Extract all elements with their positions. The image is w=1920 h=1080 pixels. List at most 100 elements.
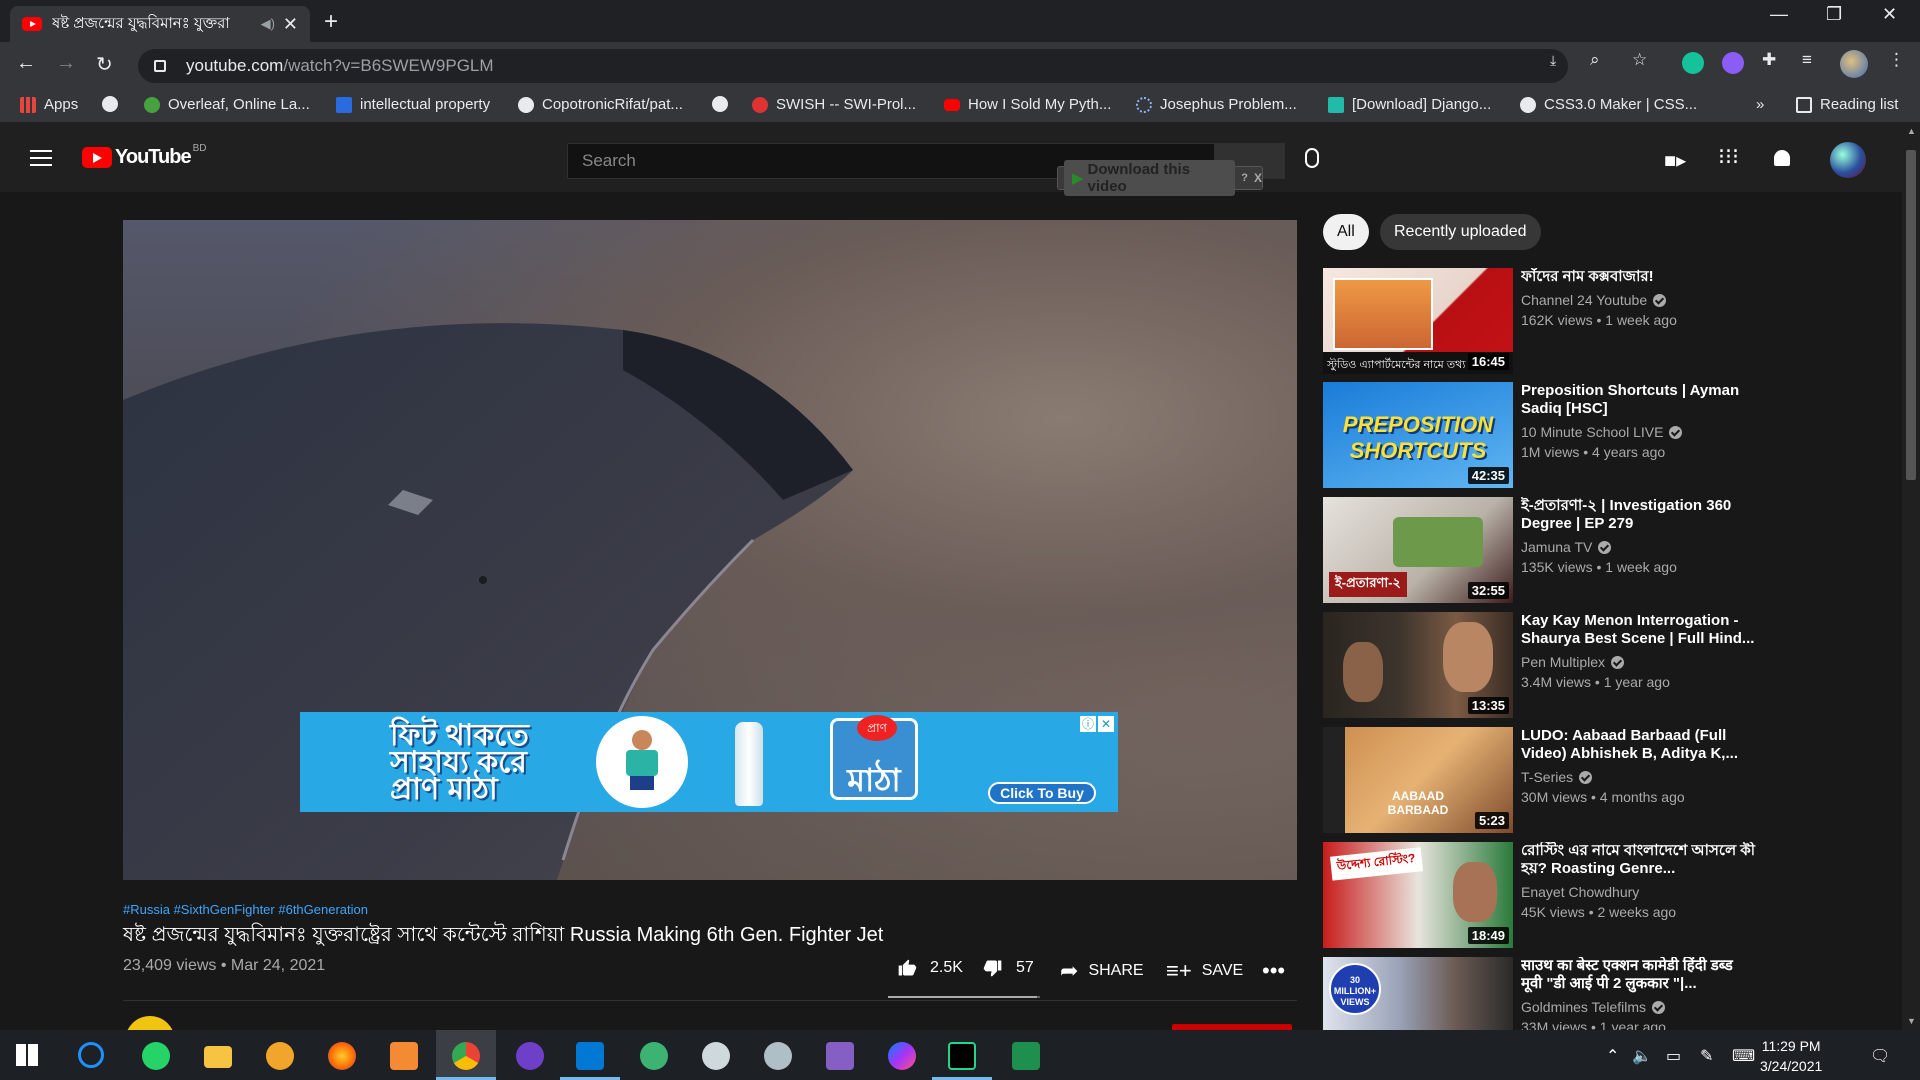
video-thumbnail[interactable]: ই-প্রতারণা-২ 32:55 [1323, 497, 1513, 603]
github-desktop-icon[interactable] [516, 1042, 544, 1070]
video-thumbnail[interactable]: স্টুডিও এ্যাপার্টমেন্টের নামে তথ্য 16:45 [1323, 268, 1513, 374]
eclipse-icon[interactable] [764, 1042, 792, 1070]
download-video-button[interactable]: ▶ Download this video [1064, 160, 1236, 196]
scroll-down-arrow-icon[interactable]: ▼ [1907, 1016, 1916, 1026]
network-icon[interactable]: ▭ [1666, 1046, 1681, 1066]
anaconda-icon[interactable] [640, 1042, 668, 1070]
notifications-icon[interactable]: 🗨 [1870, 1046, 1890, 1066]
sublime-icon[interactable] [390, 1042, 418, 1070]
related-video[interactable]: স্টুডিও এ্যাপার্টমেন্টের নামে তথ্য 16:45… [1323, 268, 1763, 378]
video-player[interactable]: ফিট থাকতে সাহায্য করে প্রাণ মাঠা প্রাণ ম… [123, 220, 1297, 880]
spreadsheet-icon[interactable] [1012, 1042, 1040, 1070]
scrollbar-thumb[interactable] [1906, 150, 1916, 480]
minimize-button[interactable]: — [1770, 4, 1788, 25]
search-icon[interactable] [78, 1042, 104, 1068]
close-window-button[interactable]: ✕ [1882, 4, 1897, 25]
video-thumbnail[interactable]: 13:35 [1323, 612, 1513, 718]
video-thumbnail[interactable]: উদ্দেশ্য রোস্টিং? 18:49 [1323, 842, 1513, 948]
restore-button[interactable]: ❐ [1826, 4, 1842, 25]
browser-tab-active[interactable]: ষষ্ট প্রজন্মের যুদ্ধবিমানঃ যুক্তরা ◀) ✕ [10, 6, 310, 42]
bookmark-star-icon[interactable]: ☆ [1632, 50, 1647, 70]
pen-icon[interactable]: ✎ [1700, 1046, 1713, 1066]
chip-recently-uploaded[interactable]: Recently uploaded [1380, 214, 1541, 250]
vscode-taskbar[interactable] [560, 1030, 620, 1080]
related-channel[interactable]: Pen Multiplex [1521, 654, 1625, 670]
bookmark-overleaf[interactable]: Overleaf, Online La... [144, 96, 310, 113]
install-app-icon[interactable]: ⤓ [1550, 52, 1556, 69]
related-channel[interactable]: Channel 24 Youtube [1521, 292, 1667, 308]
create-video-icon[interactable]: ■▸ [1664, 148, 1686, 173]
grammarly-extension-icon[interactable] [1682, 52, 1704, 74]
related-channel[interactable]: Enayet Chowdhury [1521, 884, 1639, 900]
share-button[interactable]: ➦ SHARE [1060, 958, 1144, 984]
tray-chevron-icon[interactable]: ⌃ [1606, 1046, 1619, 1066]
profile-avatar[interactable] [1840, 50, 1868, 78]
chrome-menu-icon[interactable]: ⋮ [1888, 50, 1905, 70]
related-video[interactable]: উদ্দেশ্য রোস্টিং? 18:49 রোস্টিং এর নামে … [1323, 842, 1763, 952]
video-thumbnail[interactable]: PREPOSITION SHORTCUTS 42:35 [1323, 382, 1513, 488]
reading-list-button[interactable]: Reading list [1796, 96, 1898, 113]
forward-button[interactable]: → [56, 52, 76, 75]
account-avatar[interactable] [1830, 142, 1866, 178]
bookmark-intellectual-property[interactable]: intellectual property [336, 96, 490, 113]
zoom-icon[interactable]: ⌕ [1590, 50, 1600, 70]
related-video[interactable]: 30 MILLION+ VIEWS साउथ का बेस्ट एक्शन का… [1323, 957, 1763, 1030]
save-button[interactable]: ≡+ SAVE [1166, 958, 1243, 984]
audio-playing-icon[interactable]: ◀) [261, 16, 275, 32]
messenger-icon[interactable] [888, 1042, 916, 1070]
bookmark-github[interactable]: CopotronicRifat/pat... [518, 96, 683, 113]
download-video-bar[interactable]: ▶ Download this video ? X [1057, 160, 1263, 196]
video-thumbnail[interactable]: AABAAD BARBAAD 5:23 [1323, 727, 1513, 833]
windows-start-icon[interactable] [16, 1044, 38, 1066]
file-explorer-icon[interactable] [204, 1046, 232, 1068]
bookmarks-overflow-button[interactable]: » [1756, 96, 1764, 113]
extensions-puzzle-icon[interactable]: ✚ [1762, 50, 1776, 70]
lock-icon[interactable] [154, 60, 166, 72]
related-video[interactable]: AABAAD BARBAAD 5:23 LUDO: Aabaad Barbaad… [1323, 727, 1763, 837]
bookmark-josephus[interactable]: Josephus Problem... [1136, 96, 1297, 113]
keyboard-icon[interactable]: ⌨ [1732, 1046, 1755, 1066]
download-close-icon[interactable]: X [1254, 171, 1262, 185]
download-help-icon[interactable]: ? [1241, 172, 1248, 184]
notifications-bell-icon[interactable] [1774, 150, 1790, 166]
address-bar[interactable]: youtube.com /watch?v=B6SWEW9PGLM [138, 49, 1568, 83]
pycharm-taskbar[interactable] [932, 1030, 992, 1080]
apps-icon[interactable]: ⁝⁝⁝ [1718, 144, 1739, 170]
chip-all[interactable]: All [1323, 214, 1369, 250]
ad-info-icon[interactable]: ⓘ [1080, 716, 1096, 732]
related-channel[interactable]: 10 Minute School LIVE [1521, 424, 1683, 440]
related-video[interactable]: ই-প্রতারণা-২ 32:55 ই-প্রতারণা-২ | Invest… [1323, 497, 1763, 607]
like-button[interactable]: 2.5K [896, 958, 963, 978]
video-hashtags[interactable]: #Russia #SixthGenFighter #6thGeneration [123, 902, 368, 917]
overlay-ad-banner[interactable]: ফিট থাকতে সাহায্য করে প্রাণ মাঠা প্রাণ ম… [300, 712, 1118, 812]
app-icon[interactable] [702, 1042, 730, 1070]
bookmark-youtube[interactable]: How I Sold My Pyth... [944, 96, 1111, 113]
related-video[interactable]: 13:35 Kay Kay Menon Interrogation - Shau… [1323, 612, 1763, 722]
bookmark-django[interactable]: [Download] Django... [1328, 96, 1491, 113]
menu-icon[interactable] [30, 150, 52, 166]
bookmark-css-maker[interactable]: CSS3.0 Maker | CSS... [1520, 96, 1697, 113]
tor-icon[interactable] [266, 1042, 294, 1070]
related-channel[interactable]: T-Series [1521, 769, 1593, 785]
extension-icon[interactable] [1722, 52, 1744, 74]
taskbar-clock[interactable]: 11:29 PM 3/24/2021 [1760, 1036, 1822, 1076]
related-channel[interactable]: Jamuna TV [1521, 539, 1612, 555]
ad-close-icon[interactable]: ✕ [1098, 716, 1114, 732]
volume-icon[interactable]: 🔈 [1632, 1046, 1652, 1066]
channel-avatar[interactable] [125, 1016, 175, 1030]
youtube-logo[interactable]: YouTube BD [82, 143, 206, 169]
new-tab-button[interactable]: + [324, 8, 338, 36]
dislike-button[interactable]: 57 [982, 958, 1034, 978]
bookmark-globe-2[interactable] [712, 96, 736, 112]
more-actions-icon[interactable]: ••• [1262, 958, 1285, 984]
chrome-taskbar-active[interactable] [436, 1030, 496, 1080]
microphone-icon[interactable] [1305, 148, 1319, 168]
related-channel[interactable]: Goldmines Telefilms [1521, 999, 1666, 1015]
back-button[interactable]: ← [16, 52, 36, 75]
firefox-icon[interactable] [328, 1042, 356, 1070]
bookmark-swish[interactable]: SWISH -- SWI-Prol... [752, 96, 916, 113]
visual-studio-icon[interactable] [826, 1042, 854, 1070]
tab-close-icon[interactable]: ✕ [283, 14, 298, 35]
bookmark-globe[interactable] [102, 96, 126, 112]
bookmark-apps[interactable]: Apps [20, 96, 78, 113]
